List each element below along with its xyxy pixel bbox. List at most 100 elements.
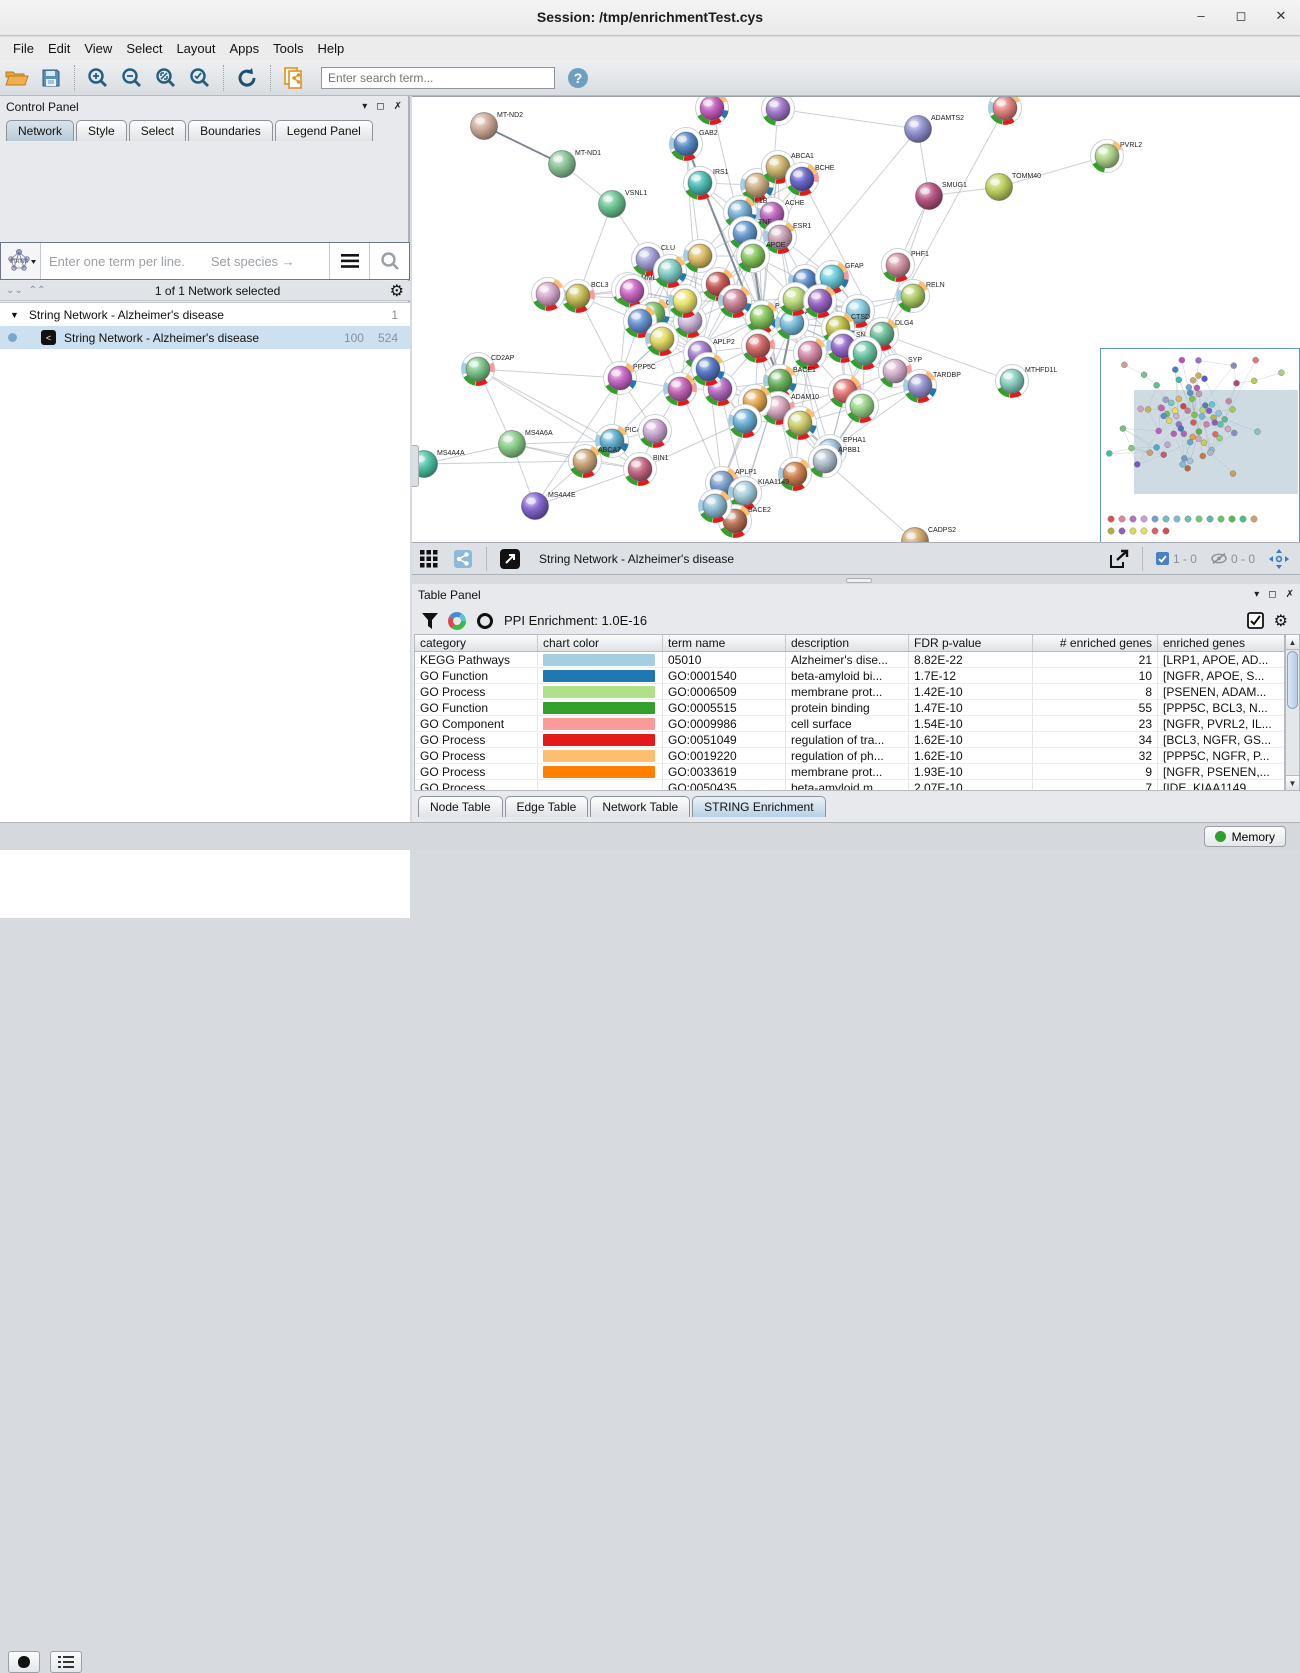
collapse-all-icon[interactable]: ⌄⌄	[6, 285, 23, 296]
search-input[interactable]	[321, 67, 555, 89]
tab-style[interactable]: Style	[76, 120, 127, 141]
column-header[interactable]: # enriched genes	[1033, 635, 1158, 651]
column-header[interactable]: chart color	[538, 635, 663, 651]
select-all-checkbox-icon[interactable]	[1247, 612, 1264, 629]
column-header[interactable]: category	[415, 635, 538, 651]
network-node[interactable]: APBB1	[809, 445, 861, 478]
network-node[interactable]	[849, 337, 882, 370]
network-node[interactable]: ABCA7	[569, 445, 622, 478]
menu-item-view[interactable]: View	[77, 39, 119, 58]
network-node[interactable]	[692, 353, 725, 386]
network-node[interactable]: MS4A4E	[522, 492, 576, 520]
donut-chart-icon[interactable]	[448, 612, 466, 630]
apply-layout-button[interactable]	[232, 64, 262, 92]
expand-all-icon[interactable]: ⌃⌃	[29, 285, 46, 296]
network-node[interactable]: IRS1	[684, 167, 729, 200]
collection-expand-icon[interactable]: ▼	[10, 310, 19, 320]
close-panel-icon[interactable]: ✗	[1286, 589, 1294, 600]
scrollbar-thumb[interactable]	[1287, 651, 1298, 709]
network-node[interactable]: MS4A6A	[499, 430, 553, 458]
network-node[interactable]: TOMM40	[986, 173, 1042, 201]
network-node[interactable]: ADAMTS2	[905, 115, 965, 143]
menu-item-file[interactable]: File	[6, 39, 41, 58]
network-node[interactable]: RELN	[897, 280, 945, 313]
network-canvas[interactable]: MT-ND2MT-ND1VSNL1GAB2ADAMTS2SMUG1TOMM40P…	[412, 96, 1300, 542]
menu-item-apps[interactable]: Apps	[223, 39, 267, 58]
string-options-button[interactable]	[329, 243, 369, 279]
tab-legend-panel[interactable]: Legend Panel	[275, 120, 373, 141]
enrichment-row[interactable]: GO ComponentGO:0009986cell surface1.54E-…	[415, 716, 1284, 732]
network-node[interactable]	[669, 285, 702, 318]
panel-menu-icon[interactable]: ▾	[362, 101, 367, 112]
help-button[interactable]: ?	[563, 64, 593, 92]
enrichment-row[interactable]: GO ProcessGO:0051049regulation of tra...…	[415, 732, 1284, 748]
tab-string-enrichment[interactable]: STRING Enrichment	[692, 796, 825, 817]
enrichment-row[interactable]: KEGG Pathways05010Alzheimer's dise...8.8…	[415, 652, 1284, 668]
pan-compass-button[interactable]	[1264, 545, 1294, 573]
open-session-button[interactable]	[2, 64, 32, 92]
tab-network-table[interactable]: Network Table	[590, 796, 690, 817]
grid-view-button[interactable]	[414, 545, 444, 573]
network-node[interactable]	[532, 278, 565, 311]
network-node[interactable]: BCHE	[786, 163, 835, 196]
tab-edge-table[interactable]: Edge Table	[505, 796, 589, 817]
menu-item-help[interactable]: Help	[311, 39, 352, 58]
network-node[interactable]: VSNL1	[599, 190, 648, 218]
network-node[interactable]: PPP5C	[604, 362, 656, 395]
column-header[interactable]: term name	[663, 635, 786, 651]
enrichment-row[interactable]: GO ProcessGO:0050435beta-amyloid m...2.0…	[415, 780, 1284, 791]
network-node[interactable]: CADPS2	[902, 527, 957, 542]
tab-node-table[interactable]: Node Table	[418, 796, 503, 817]
scroll-down-icon[interactable]: ▼	[1286, 775, 1299, 790]
maximize-icon[interactable]: ◻	[1232, 8, 1250, 24]
network-node[interactable]: TARDBP	[904, 370, 962, 403]
network-node[interactable]	[742, 330, 775, 363]
birds-eye-view[interactable]	[1100, 348, 1300, 542]
ring-chart-icon[interactable]	[476, 612, 494, 630]
column-header[interactable]: FDR p-value	[909, 635, 1033, 651]
network-node[interactable]: MTHFD1L	[996, 365, 1058, 398]
network-options-gear-icon[interactable]: ⚙	[390, 281, 404, 301]
close-icon[interactable]: ✕	[1272, 8, 1290, 24]
zoom-out-button[interactable]	[117, 64, 147, 92]
network-node[interactable]	[696, 97, 729, 125]
enrichment-row[interactable]: GO ProcessGO:0006509membrane prot...1.42…	[415, 684, 1284, 700]
network-node[interactable]	[646, 323, 679, 356]
menu-item-layout[interactable]: Layout	[169, 39, 222, 58]
tab-boundaries[interactable]: Boundaries	[188, 120, 273, 141]
float-panel-icon[interactable]: ◻	[376, 101, 384, 112]
network-share-button[interactable]	[448, 545, 478, 573]
network-node[interactable]	[794, 337, 827, 370]
panel-menu-icon[interactable]: ▾	[1254, 589, 1259, 600]
menu-item-select[interactable]: Select	[119, 39, 169, 58]
string-search-button[interactable]	[369, 243, 409, 279]
open-in-string-button[interactable]	[495, 545, 525, 573]
cytoscape-logo-button[interactable]	[8, 1651, 40, 1673]
network-collection-row[interactable]: ▼ String Network - Alzheimer's disease 1	[0, 303, 410, 326]
task-history-button[interactable]	[50, 1651, 82, 1673]
network-node[interactable]: CD2AP	[462, 353, 515, 386]
zoom-fit-button[interactable]	[151, 64, 181, 92]
network-node[interactable]: PHF1	[882, 249, 930, 282]
filter-icon[interactable]	[422, 613, 438, 629]
export-network-button[interactable]	[1104, 545, 1134, 573]
float-panel-icon[interactable]: ◻	[1268, 589, 1276, 600]
enrichment-row[interactable]: GO FunctionGO:0005515protein binding1.47…	[415, 700, 1284, 716]
network-node[interactable]	[684, 240, 717, 273]
network-node[interactable]: APOE	[737, 240, 786, 273]
memory-button[interactable]: Memory	[1204, 826, 1286, 847]
network-node[interactable]: MT-ND2	[471, 112, 524, 140]
network-node[interactable]	[639, 415, 672, 448]
zoom-selected-button[interactable]	[185, 64, 215, 92]
import-network-button[interactable]	[279, 64, 309, 92]
network-node[interactable]	[719, 285, 752, 318]
zoom-in-button[interactable]	[83, 64, 113, 92]
table-vertical-scrollbar[interactable]: ▲ ▼	[1285, 634, 1300, 791]
network-row[interactable]: < String Network - Alzheimer's disease 1…	[0, 326, 410, 349]
network-node[interactable]	[804, 285, 837, 318]
network-node[interactable]	[989, 97, 1022, 125]
string-logo-dropdown[interactable]: STRING	[1, 243, 41, 279]
string-query-input[interactable]: Enter one term per line. Set species →	[41, 243, 329, 279]
tab-select[interactable]: Select	[129, 120, 186, 141]
network-node[interactable]	[846, 390, 879, 423]
